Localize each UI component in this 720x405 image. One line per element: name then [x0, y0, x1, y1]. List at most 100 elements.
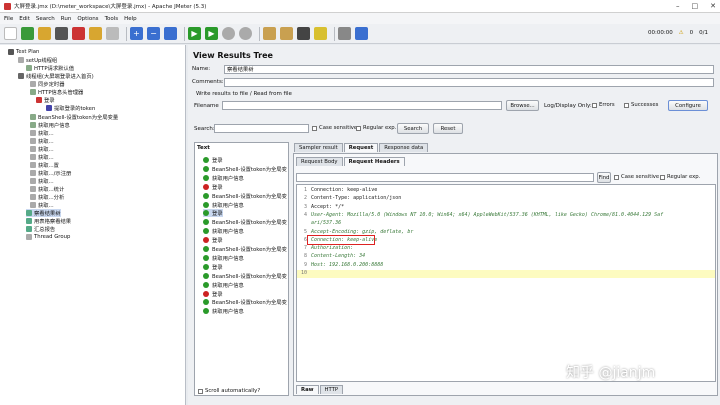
errors-checkbox[interactable]: Errors — [592, 102, 615, 108]
help-icon[interactable] — [355, 27, 368, 40]
request-headers-editor[interactable]: 1 Connection: keep-alive 2 Content-Type: ap… — [296, 184, 716, 382]
copy-icon[interactable] — [89, 27, 102, 40]
find-case-checkbox[interactable]: Case sensitive — [614, 174, 659, 180]
sample-row[interactable]: 登录 — [203, 290, 223, 298]
clear-icon[interactable] — [263, 27, 276, 40]
tab-request[interactable]: Request — [343, 143, 379, 152]
sample-row[interactable]: 登录 — [203, 183, 223, 191]
tree-node[interactable]: 提取登录的token — [46, 104, 95, 112]
tree-node[interactable]: 汇总报告 — [26, 225, 55, 233]
tree-node[interactable]: 线程组(大屏端登录进入首页) — [18, 72, 94, 80]
sample-row[interactable]: BeanShell-设置token为全局变 — [203, 192, 287, 200]
tree-node[interactable]: 同步定时器 — [30, 80, 65, 88]
search-icon[interactable] — [297, 27, 310, 40]
successes-checkbox[interactable]: Successes — [624, 102, 658, 108]
tree-node[interactable]: Thread Group — [26, 233, 70, 241]
browse-button[interactable]: Browse... — [506, 100, 539, 111]
scroll-auto-checkbox[interactable]: Scroll automatically? — [198, 388, 260, 394]
comments-field[interactable] — [224, 78, 714, 87]
expand-icon[interactable]: + — [130, 27, 143, 40]
sample-row[interactable]: BeanShell-设置token为全局变 — [203, 165, 287, 173]
open-icon[interactable] — [38, 27, 51, 40]
new-icon[interactable] — [4, 27, 17, 40]
sample-row[interactable]: 获取用户信息 — [203, 227, 244, 235]
reset-button[interactable]: Reset — [433, 123, 463, 134]
configure-button[interactable]: Configure — [668, 100, 708, 111]
tab-request-body[interactable]: Request Body — [296, 157, 343, 166]
paste-icon[interactable] — [106, 27, 119, 40]
filename-field[interactable] — [222, 101, 502, 110]
maximize-icon[interactable]: □ — [692, 2, 699, 10]
warning-icon[interactable]: ⚠ — [679, 30, 684, 36]
sample-row[interactable]: BeanShell-设置token为全局变 — [203, 272, 287, 280]
tree-node[interactable]: 察看结果树 — [26, 209, 61, 217]
tree-node[interactable]: 获取... — [30, 137, 54, 145]
tree-node[interactable]: Test Plan — [8, 48, 39, 56]
sample-row[interactable]: BeanShell-设置token为全局变 — [203, 245, 287, 253]
tree-node[interactable]: 登录 — [36, 96, 55, 104]
case-sensitive-checkbox[interactable]: Case sensitive — [312, 125, 357, 131]
minimize-icon[interactable]: – — [676, 2, 680, 10]
sample-row[interactable]: 登录 — [203, 236, 223, 244]
tree-node[interactable]: BeanShell-设置token为全局变量 — [30, 113, 118, 121]
cut-icon[interactable] — [72, 27, 85, 40]
clear-all-icon[interactable] — [280, 27, 293, 40]
function-helper-icon[interactable] — [338, 27, 351, 40]
tree-node[interactable]: 获取... — [30, 153, 54, 161]
sample-row[interactable]: BeanShell-设置token为全局变 — [203, 298, 287, 306]
menu-item-tools[interactable]: Tools — [105, 16, 119, 22]
menu-item-search[interactable]: Search — [36, 16, 55, 22]
sample-row[interactable]: 获取用户信息 — [203, 281, 244, 289]
sample-row[interactable]: 获取用户信息 — [203, 307, 244, 315]
tree-node[interactable]: 获取... — [30, 177, 54, 185]
tree-node[interactable]: 获取... — [30, 201, 54, 209]
sample-row[interactable]: 登录 — [203, 209, 223, 218]
tree-node[interactable]: 获取... — [30, 129, 54, 137]
tree-node[interactable]: HTTP请求默认值 — [26, 64, 74, 72]
find-field[interactable] — [296, 173, 594, 182]
tree-node[interactable]: 获取...统计 — [30, 185, 64, 193]
sample-row[interactable]: BeanShell-设置token为全局变 — [203, 218, 287, 226]
tree-node[interactable]: 用表格察看结果 — [26, 217, 71, 225]
sample-row[interactable]: 获取用户信息 — [203, 201, 244, 209]
tree-node-icon — [26, 65, 32, 71]
sample-label: 获取用户信息 — [212, 229, 244, 236]
save-icon[interactable] — [55, 27, 68, 40]
tab-response-data[interactable]: Response data — [379, 143, 429, 152]
tab-raw[interactable]: Raw — [296, 385, 319, 394]
close-icon[interactable]: ✕ — [710, 2, 716, 10]
collapse-icon[interactable]: − — [147, 27, 160, 40]
menu-item-edit[interactable]: Edit — [19, 16, 30, 22]
sample-row[interactable]: 登录 — [203, 263, 223, 271]
find-button[interactable]: Find — [597, 172, 611, 183]
tree-node[interactable]: HTTP信息头管理器 — [30, 88, 83, 96]
search-button[interactable]: Search — [397, 123, 429, 134]
name-field[interactable]: 察看结果树 — [224, 65, 714, 74]
tree-node[interactable]: 获取...分析 — [30, 193, 64, 201]
menu-item-options[interactable]: Options — [77, 16, 98, 22]
menu-item-file[interactable]: File — [4, 16, 13, 22]
shutdown-icon[interactable] — [239, 27, 252, 40]
search-field[interactable] — [214, 124, 309, 133]
tab-request-headers[interactable]: Request Headers — [343, 157, 405, 166]
sample-row[interactable]: 获取用户信息 — [203, 174, 244, 182]
tab-http[interactable]: HTTP — [319, 385, 344, 394]
tree-node[interactable]: 获取... — [30, 145, 54, 153]
reset-search-icon[interactable] — [314, 27, 327, 40]
sample-row[interactable]: 获取用户信息 — [203, 254, 244, 262]
templates-icon[interactable] — [21, 27, 34, 40]
find-regex-checkbox[interactable]: Regular exp. — [660, 174, 700, 180]
tree-node[interactable]: 获取用户信息 — [30, 121, 70, 129]
tab-sampler-result[interactable]: Sampler result — [294, 143, 343, 152]
regex-checkbox[interactable]: Regular exp. — [356, 125, 396, 131]
tree-node[interactable]: setUp线程组 — [18, 56, 57, 64]
toggle-icon[interactable] — [164, 27, 177, 40]
tree-node[interactable]: 获取.../示注册 — [30, 169, 71, 177]
start-no-pause-icon[interactable]: ▶ — [205, 27, 218, 40]
stop-icon[interactable] — [222, 27, 235, 40]
start-icon[interactable]: ▶ — [188, 27, 201, 40]
menu-item-help[interactable]: Help — [124, 16, 137, 22]
menu-item-run[interactable]: Run — [61, 16, 72, 22]
sample-row[interactable]: 登录 — [203, 156, 223, 164]
tree-node[interactable]: 获取...置 — [30, 161, 59, 169]
